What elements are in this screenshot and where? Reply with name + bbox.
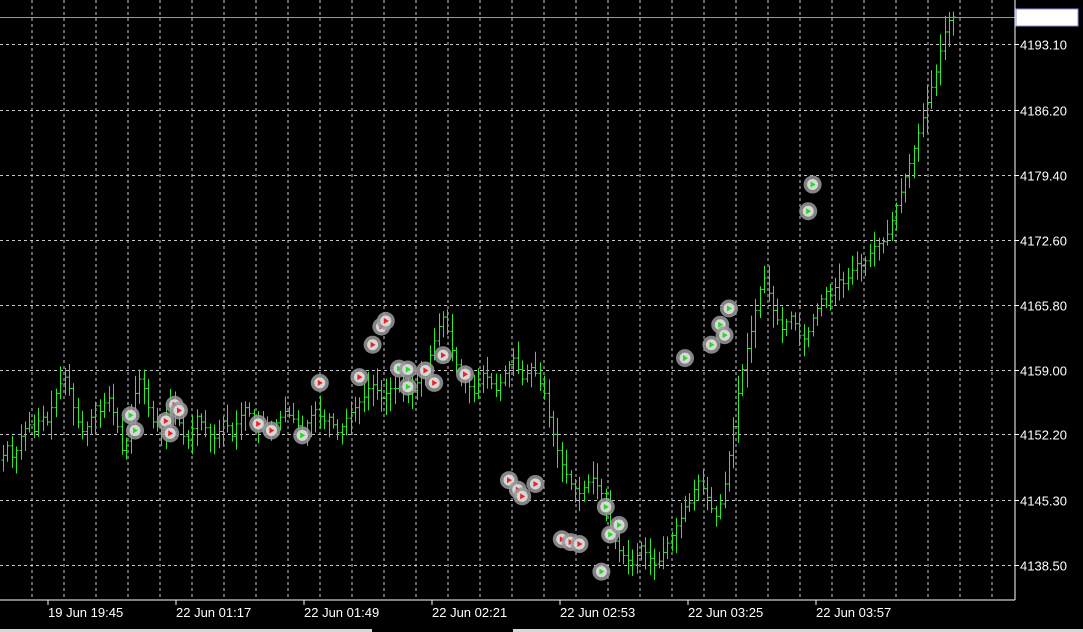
sell-trade-marker[interactable]: [310, 373, 329, 392]
time-tick-label: 22 Jun 03:57: [816, 605, 891, 620]
sell-trade-marker[interactable]: [570, 535, 589, 554]
buy-trade-marker[interactable]: [592, 562, 611, 581]
time-tick-label: 22 Jun 03:25: [688, 605, 763, 620]
buy-trade-marker[interactable]: [803, 175, 822, 194]
buy-trade-marker[interactable]: [715, 326, 734, 345]
buy-trade-marker[interactable]: [720, 299, 738, 318]
price-tick-label: 4159.00: [1020, 364, 1067, 379]
buy-trade-marker[interactable]: [398, 377, 417, 396]
buy-trade-marker[interactable]: [121, 406, 140, 425]
chart-bottom-scroll-strip: [0, 628, 1083, 632]
sell-trade-marker[interactable]: [425, 373, 444, 392]
buy-trade-marker[interactable]: [676, 349, 694, 368]
price-tick-label: 4152.20: [1020, 428, 1067, 443]
sell-trade-marker[interactable]: [434, 346, 452, 365]
sell-trade-marker[interactable]: [456, 365, 474, 384]
buy-trade-marker[interactable]: [293, 426, 312, 445]
time-tick-label: 22 Jun 02:53: [560, 605, 635, 620]
price-tick-label: 4138.50: [1020, 559, 1067, 574]
price-tick-label: 4145.30: [1020, 494, 1067, 509]
sell-trade-marker[interactable]: [376, 311, 395, 330]
sell-trade-marker[interactable]: [350, 368, 369, 387]
last-price-label: 4195.97: [1020, 10, 1067, 25]
price-tick-label: 4179.40: [1020, 169, 1067, 184]
time-tick-label: 22 Jun 01:49: [304, 605, 379, 620]
time-tick-label: 22 Jun 02:21: [432, 605, 507, 620]
sell-trade-marker[interactable]: [170, 401, 188, 420]
price-tick-label: 4165.80: [1020, 299, 1067, 314]
sell-trade-marker[interactable]: [513, 487, 532, 506]
buy-trade-marker[interactable]: [610, 515, 628, 534]
price-tick-label: 4186.20: [1020, 104, 1067, 119]
time-tick-label: 19 Jun 19:45: [48, 605, 123, 620]
buy-trade-marker[interactable]: [126, 421, 144, 440]
price-chart[interactable]: 4195.97 4193.10 4186.20 4179.40 4172.60 4165…: [0, 0, 1083, 632]
chart-background: [0, 0, 1083, 632]
buy-trade-marker[interactable]: [596, 497, 615, 516]
time-tick-label: 22 Jun 01:17: [176, 605, 251, 620]
buy-trade-marker[interactable]: [398, 360, 417, 379]
price-tick-label: 4193.10: [1020, 38, 1067, 53]
buy-trade-marker[interactable]: [799, 202, 818, 221]
sell-trade-marker[interactable]: [262, 421, 281, 440]
sell-trade-marker[interactable]: [363, 335, 382, 354]
price-tick-label: 4172.60: [1020, 234, 1067, 249]
sell-trade-marker[interactable]: [161, 424, 180, 443]
sell-trade-marker[interactable]: [526, 474, 545, 493]
